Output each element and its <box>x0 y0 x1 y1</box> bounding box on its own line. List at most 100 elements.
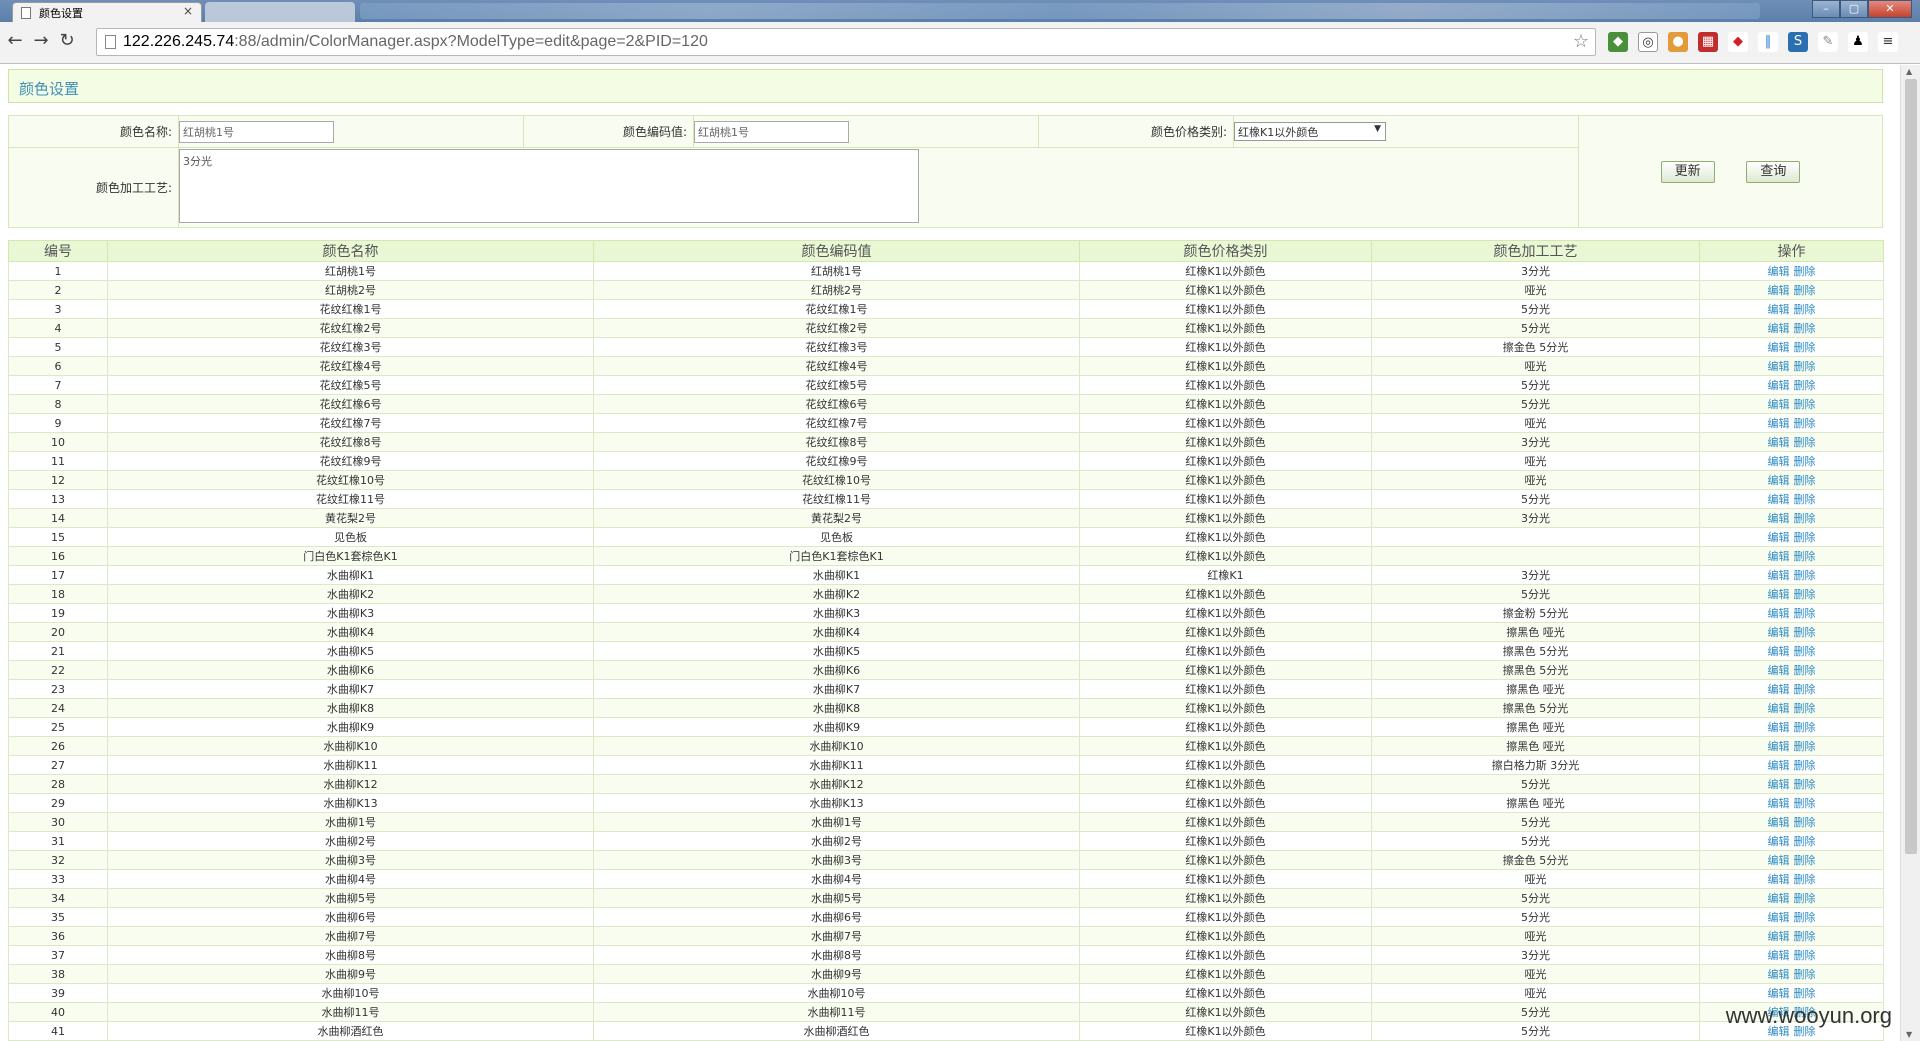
edit-link[interactable]: 编辑 <box>1768 835 1790 848</box>
extension-icon[interactable]: ✎ <box>1818 32 1838 52</box>
edit-link[interactable]: 编辑 <box>1768 455 1790 468</box>
extension-icon[interactable]: ◆ <box>1608 32 1628 52</box>
edit-link[interactable]: 编辑 <box>1768 303 1790 316</box>
edit-link[interactable]: 编辑 <box>1768 797 1790 810</box>
edit-link[interactable]: 编辑 <box>1768 379 1790 392</box>
color-code-input[interactable] <box>694 120 849 143</box>
delete-link[interactable]: 删除 <box>1794 911 1816 924</box>
edit-link[interactable]: 编辑 <box>1768 550 1790 563</box>
delete-link[interactable]: 删除 <box>1794 664 1816 677</box>
delete-link[interactable]: 删除 <box>1794 892 1816 905</box>
delete-link[interactable]: 删除 <box>1794 759 1816 772</box>
edit-link[interactable]: 编辑 <box>1768 911 1790 924</box>
edit-link[interactable]: 编辑 <box>1768 493 1790 506</box>
edit-link[interactable]: 编辑 <box>1768 683 1790 696</box>
edit-link[interactable]: 编辑 <box>1768 531 1790 544</box>
delete-link[interactable]: 删除 <box>1794 436 1816 449</box>
edit-link[interactable]: 编辑 <box>1768 322 1790 335</box>
extension-icon[interactable]: ▦ <box>1698 32 1718 52</box>
extension-icon[interactable]: ◎ <box>1638 32 1658 52</box>
delete-link[interactable]: 删除 <box>1794 683 1816 696</box>
delete-link[interactable]: 删除 <box>1794 873 1816 886</box>
price-category-select[interactable]: 红橡K1以外颜色 ▼ <box>1234 122 1386 141</box>
edit-link[interactable]: 编辑 <box>1768 436 1790 449</box>
delete-link[interactable]: 删除 <box>1794 987 1816 1000</box>
extension-icon[interactable]: ● <box>1668 32 1688 52</box>
delete-link[interactable]: 删除 <box>1794 360 1816 373</box>
menu-icon[interactable]: ≡ <box>1878 32 1898 52</box>
query-button[interactable]: 查询 <box>1746 160 1801 183</box>
delete-link[interactable]: 删除 <box>1794 550 1816 563</box>
edit-link[interactable]: 编辑 <box>1768 607 1790 620</box>
delete-link[interactable]: 删除 <box>1794 303 1816 316</box>
scroll-up-icon[interactable]: ▲ <box>1906 67 1912 76</box>
delete-link[interactable]: 删除 <box>1794 816 1816 829</box>
minimize-button[interactable]: – <box>1812 0 1840 18</box>
delete-link[interactable]: 删除 <box>1794 531 1816 544</box>
delete-link[interactable]: 删除 <box>1794 854 1816 867</box>
maximize-button[interactable]: ▢ <box>1840 0 1868 18</box>
delete-link[interactable]: 删除 <box>1794 588 1816 601</box>
delete-link[interactable]: 删除 <box>1794 778 1816 791</box>
delete-link[interactable]: 删除 <box>1794 835 1816 848</box>
delete-link[interactable]: 删除 <box>1794 322 1816 335</box>
tab-close-icon[interactable]: × <box>183 4 193 18</box>
edit-link[interactable]: 编辑 <box>1768 398 1790 411</box>
scroll-thumb[interactable] <box>1905 79 1917 854</box>
delete-link[interactable]: 删除 <box>1794 284 1816 297</box>
edit-link[interactable]: 编辑 <box>1768 702 1790 715</box>
edit-link[interactable]: 编辑 <box>1768 949 1790 962</box>
forward-arrow-icon[interactable]: → <box>30 31 52 53</box>
edit-link[interactable]: 编辑 <box>1768 284 1790 297</box>
delete-link[interactable]: 删除 <box>1794 417 1816 430</box>
delete-link[interactable]: 删除 <box>1794 740 1816 753</box>
edit-link[interactable]: 编辑 <box>1768 873 1790 886</box>
edit-link[interactable]: 编辑 <box>1768 512 1790 525</box>
close-window-button[interactable]: ✕ <box>1868 0 1912 18</box>
edit-link[interactable]: 编辑 <box>1768 265 1790 278</box>
color-name-input[interactable] <box>179 120 334 143</box>
delete-link[interactable]: 删除 <box>1794 949 1816 962</box>
edit-link[interactable]: 编辑 <box>1768 341 1790 354</box>
edit-link[interactable]: 编辑 <box>1768 968 1790 981</box>
delete-link[interactable]: 删除 <box>1794 455 1816 468</box>
delete-link[interactable]: 删除 <box>1794 702 1816 715</box>
extension-icon[interactable]: ♟ <box>1848 32 1868 52</box>
browser-tab-active[interactable]: 颜色设置 × <box>12 2 202 22</box>
process-textarea[interactable]: 3分光 <box>179 149 919 223</box>
delete-link[interactable]: 删除 <box>1794 512 1816 525</box>
browser-tab-inactive[interactable] <box>205 2 355 22</box>
delete-link[interactable]: 删除 <box>1794 265 1816 278</box>
edit-link[interactable]: 编辑 <box>1768 474 1790 487</box>
delete-link[interactable]: 删除 <box>1794 474 1816 487</box>
delete-link[interactable]: 删除 <box>1794 626 1816 639</box>
address-bar[interactable]: 122.226.245.74:88/admin/ColorManager.asp… <box>96 28 1596 56</box>
delete-link[interactable]: 删除 <box>1794 607 1816 620</box>
delete-link[interactable]: 删除 <box>1794 341 1816 354</box>
delete-link[interactable]: 删除 <box>1794 968 1816 981</box>
edit-link[interactable]: 编辑 <box>1768 645 1790 658</box>
edit-link[interactable]: 编辑 <box>1768 892 1790 905</box>
reload-icon[interactable]: ↻ <box>56 31 78 53</box>
update-button[interactable]: 更新 <box>1660 160 1715 183</box>
edit-link[interactable]: 编辑 <box>1768 930 1790 943</box>
edit-link[interactable]: 编辑 <box>1768 626 1790 639</box>
edit-link[interactable]: 编辑 <box>1768 721 1790 734</box>
extension-icon[interactable]: ◆ <box>1728 32 1748 52</box>
scroll-down-icon[interactable]: ▼ <box>1906 1030 1912 1039</box>
extension-icon[interactable]: S <box>1788 32 1808 52</box>
back-arrow-icon[interactable]: ← <box>4 31 26 53</box>
edit-link[interactable]: 编辑 <box>1768 417 1790 430</box>
edit-link[interactable]: 编辑 <box>1768 360 1790 373</box>
delete-link[interactable]: 删除 <box>1794 569 1816 582</box>
delete-link[interactable]: 删除 <box>1794 493 1816 506</box>
edit-link[interactable]: 编辑 <box>1768 588 1790 601</box>
edit-link[interactable]: 编辑 <box>1768 816 1790 829</box>
edit-link[interactable]: 编辑 <box>1768 569 1790 582</box>
delete-link[interactable]: 删除 <box>1794 721 1816 734</box>
extension-icon[interactable]: ‖ <box>1758 32 1778 52</box>
edit-link[interactable]: 编辑 <box>1768 854 1790 867</box>
edit-link[interactable]: 编辑 <box>1768 664 1790 677</box>
delete-link[interactable]: 删除 <box>1794 797 1816 810</box>
delete-link[interactable]: 删除 <box>1794 930 1816 943</box>
